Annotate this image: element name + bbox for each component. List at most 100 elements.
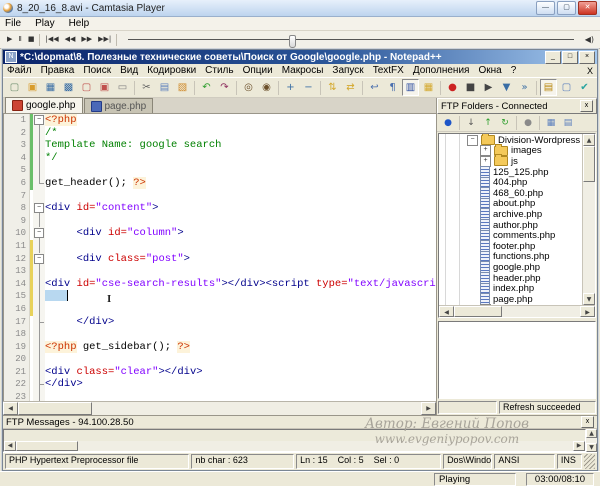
- save-icon[interactable]: ▦: [42, 79, 59, 96]
- fold-margin[interactable]: [33, 278, 45, 291]
- macro-save-icon[interactable]: ▼: [498, 79, 515, 96]
- refresh-icon[interactable]: ↻: [497, 115, 513, 131]
- print-icon[interactable]: ▭: [114, 79, 131, 96]
- open-file-icon[interactable]: ▣: [24, 79, 41, 96]
- scroll-up-icon[interactable]: ▲: [583, 134, 595, 146]
- code-line[interactable]: 4*/: [4, 152, 436, 165]
- close-icon[interactable]: ×: [579, 51, 595, 64]
- scroll-right-icon[interactable]: ▶: [573, 441, 585, 451]
- tree-item[interactable]: 404.php: [439, 177, 582, 188]
- scroll-thumb[interactable]: [454, 306, 502, 317]
- seek-thumb[interactable]: [289, 35, 296, 48]
- editor-horizontal-scrollbar[interactable]: ◀ ▶: [3, 401, 436, 415]
- find-icon[interactable]: ◎: [240, 79, 257, 96]
- save-all-icon[interactable]: ▩: [60, 79, 77, 96]
- scroll-right-icon[interactable]: ▶: [421, 402, 436, 415]
- code-line[interactable]: 9: [4, 215, 436, 228]
- collapse-icon[interactable]: −: [467, 135, 478, 146]
- ftp-messages-header[interactable]: FTP Messages - 94.100.28.50 x: [3, 416, 597, 429]
- notepad-menu-item[interactable]: Окна: [478, 65, 501, 76]
- code-line[interactable]: 19<?php get_sidebar(); ?>: [4, 341, 436, 354]
- scroll-up-icon[interactable]: ▲: [586, 429, 597, 438]
- fold-margin[interactable]: [33, 240, 45, 253]
- notepad-menu-item[interactable]: Файл: [7, 65, 32, 76]
- fold-margin[interactable]: [33, 366, 45, 379]
- tree-item[interactable]: 468_60.php: [439, 188, 582, 199]
- close-icon[interactable]: x: [581, 416, 594, 428]
- code-line[interactable]: 5: [4, 164, 436, 177]
- sync-horizontal-icon[interactable]: ⇄: [342, 79, 359, 96]
- tab-page.php[interactable]: page.php: [84, 98, 154, 113]
- code-line[interactable]: 14<div id="cse-search-results"></div><sc…: [4, 278, 436, 291]
- scroll-thumb[interactable]: [583, 146, 595, 182]
- pause-button[interactable]: Ⅱ: [15, 33, 24, 46]
- notepad-menu-item[interactable]: Дополнения: [413, 65, 470, 76]
- new-file-icon[interactable]: ▢: [6, 79, 23, 96]
- tree-horizontal-scrollbar[interactable]: ◀ ▶: [439, 305, 595, 317]
- doc-monitor-icon[interactable]: ▢: [558, 79, 575, 96]
- settings-icon[interactable]: ▦: [543, 115, 559, 131]
- tree-item[interactable]: archive.php: [439, 209, 582, 220]
- word-wrap-icon[interactable]: ↩: [366, 79, 383, 96]
- code-line[interactable]: 13: [4, 265, 436, 278]
- skip-start-button[interactable]: |◀◀: [42, 33, 61, 46]
- tree-item[interactable]: author.php: [439, 220, 582, 231]
- fold-margin[interactable]: [33, 328, 45, 341]
- copy-icon[interactable]: ▤: [156, 79, 173, 96]
- show-symbols-icon[interactable]: ¶: [384, 79, 401, 96]
- fold-margin[interactable]: [33, 353, 45, 366]
- connect-icon[interactable]: ●: [440, 115, 456, 131]
- code-line[interactable]: 20: [4, 353, 436, 366]
- notepad-menu-item[interactable]: Запуск: [332, 65, 363, 76]
- tree-item[interactable]: header.php: [439, 273, 582, 284]
- code-line[interactable]: 8<div id="content">: [4, 202, 436, 215]
- code-line[interactable]: 15: [4, 290, 436, 303]
- camtasia-menu-item[interactable]: Help: [68, 18, 91, 29]
- menubar-close-icon[interactable]: X: [587, 66, 593, 76]
- code-line[interactable]: 10 <div id="column">: [4, 227, 436, 240]
- rewind-button[interactable]: ◀◀: [62, 33, 79, 46]
- fold-margin[interactable]: [33, 303, 45, 316]
- close-icon[interactable]: x: [580, 100, 593, 112]
- fold-margin[interactable]: [33, 391, 45, 401]
- fold-margin[interactable]: [33, 253, 45, 266]
- code-line[interactable]: 17 </div>: [4, 316, 436, 329]
- cut-icon[interactable]: ✂: [138, 79, 155, 96]
- zoom-out-icon[interactable]: −: [300, 79, 317, 96]
- volume-icon[interactable]: ◀): [583, 35, 596, 44]
- fold-margin[interactable]: [33, 164, 45, 177]
- code-line[interactable]: 18: [4, 328, 436, 341]
- macro-run-multiple-icon[interactable]: »: [516, 79, 533, 96]
- tree-item[interactable]: google.php: [439, 262, 582, 273]
- notepad-menu-item[interactable]: Кодировки: [147, 65, 196, 76]
- tree-item[interactable]: page.php: [439, 294, 582, 305]
- scroll-down-icon[interactable]: ▼: [586, 443, 597, 452]
- messages-horizontal-scrollbar[interactable]: ◀ ▶: [4, 441, 585, 451]
- abort-icon[interactable]: ●: [520, 115, 536, 131]
- fold-margin[interactable]: [33, 114, 45, 127]
- play-button[interactable]: ▶: [4, 33, 15, 46]
- fold-margin[interactable]: [33, 202, 45, 215]
- notepad-menu-item[interactable]: TextFX: [373, 65, 404, 76]
- camtasia-menu-item[interactable]: File: [4, 18, 22, 29]
- tree-item[interactable]: functions.php: [439, 252, 582, 263]
- scroll-right-icon[interactable]: ▶: [580, 306, 595, 317]
- code-line[interactable]: 12 <div class="post">: [4, 253, 436, 266]
- forward-button[interactable]: ▶▶: [78, 33, 95, 46]
- fold-margin[interactable]: [33, 139, 45, 152]
- zoom-in-icon[interactable]: +: [282, 79, 299, 96]
- code-line[interactable]: 22</div>: [4, 378, 436, 391]
- minimize-icon[interactable]: _: [545, 51, 561, 64]
- fold-margin[interactable]: [33, 190, 45, 203]
- tree-item[interactable]: 125_125.php: [439, 167, 582, 178]
- tree-item[interactable]: footer.php: [439, 241, 582, 252]
- macro-play-icon[interactable]: ▶: [480, 79, 497, 96]
- ftp-file-tree[interactable]: −Division-Wordpress+images+js125_125.php…: [439, 134, 582, 305]
- code-line[interactable]: 11: [4, 240, 436, 253]
- fold-margin[interactable]: [33, 127, 45, 140]
- notepad-menu-item[interactable]: Правка: [41, 65, 75, 76]
- ftp-panel-header[interactable]: FTP Folders - Connected x: [437, 98, 597, 114]
- close-icon[interactable]: ✕: [578, 1, 597, 15]
- scroll-thumb[interactable]: [18, 402, 92, 415]
- scroll-left-icon[interactable]: ◀: [4, 441, 16, 451]
